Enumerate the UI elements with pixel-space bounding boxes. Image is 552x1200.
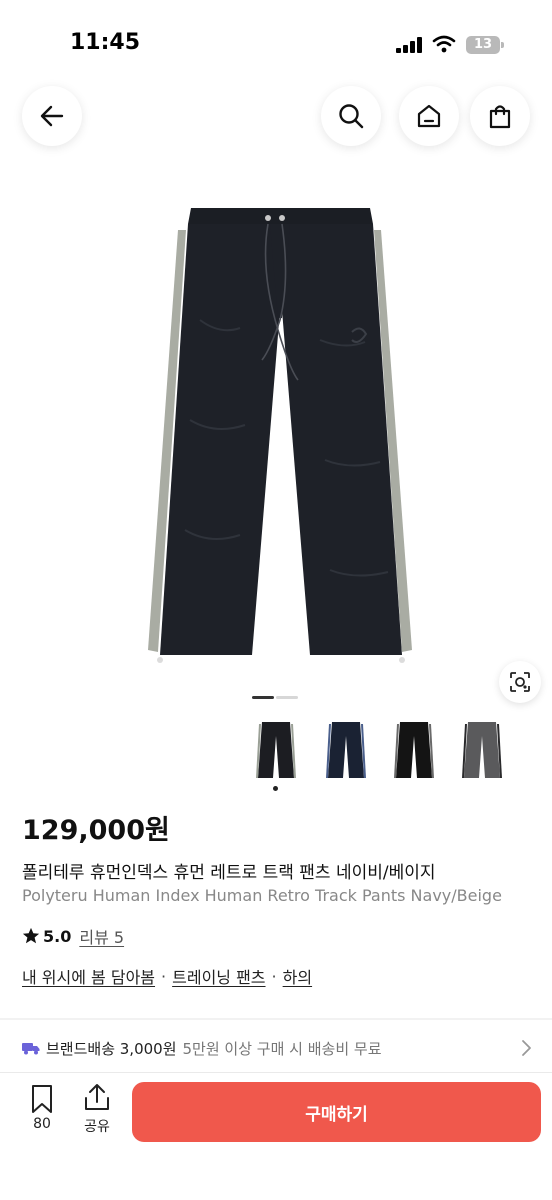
bookmark-count: 80 (33, 1116, 51, 1132)
wifi-icon (432, 35, 456, 53)
star-icon (22, 927, 40, 944)
category-link-wishlist[interactable]: 내 위시에 봄 담아봄 (22, 964, 155, 988)
product-title-korean: 폴리테루 휴먼인덱스 휴먼 레트로 트랙 팬츠 네이비/베이지 (22, 863, 436, 883)
lens-icon (510, 672, 530, 692)
search-button[interactable] (321, 86, 381, 146)
carousel-indicator-inactive (276, 696, 298, 699)
battery-icon: 13 (466, 36, 504, 54)
product-title-english: Polyteru Human Index Human Retro Track P… (22, 886, 502, 905)
bookmark-icon (32, 1085, 52, 1113)
share-icon (85, 1084, 109, 1110)
category-breadcrumb: 내 위시에 봄 담아봄 · 트레이닝 팬츠 · 하의 (22, 964, 312, 988)
battery-level: 13 (473, 37, 493, 52)
home-icon (417, 104, 441, 128)
status-bar: 11:45 13 (0, 0, 552, 84)
shipping-fee: 브랜드배송 3,000원 (46, 1039, 177, 1058)
review-link[interactable]: 리뷰 5 (79, 924, 124, 948)
rating-value: 5.0 (43, 926, 72, 946)
category-link-bottoms[interactable]: 하의 (283, 964, 312, 988)
product-image[interactable] (130, 200, 422, 675)
category-separator: · (271, 966, 277, 986)
product-price: 129,000원 (22, 815, 170, 846)
rating-row: 5.0 리뷰 5 (22, 924, 124, 948)
share-button[interactable]: 공유 (77, 1082, 117, 1136)
free-shipping-condition: 5만원 이상 구매 시 배송비 무료 (182, 1039, 382, 1058)
carousel-indicator-active (252, 696, 274, 699)
category-separator: · (161, 966, 167, 986)
home-button[interactable] (399, 86, 459, 146)
option-thumbnail[interactable] (384, 716, 444, 782)
bookmark-button[interactable]: 80 (22, 1084, 62, 1136)
option-thumbnail[interactable] (316, 716, 376, 782)
truck-icon (22, 1043, 40, 1055)
selected-option-dot (273, 786, 278, 791)
chevron-right-icon (522, 1040, 531, 1056)
section-divider (0, 1018, 552, 1020)
back-arrow-icon (40, 105, 64, 127)
shopping-bag-icon (489, 105, 511, 129)
status-time: 11:45 (70, 30, 141, 55)
image-search-button[interactable] (499, 661, 541, 703)
cellular-signal-icon (396, 37, 422, 53)
option-thumbnail[interactable] (452, 716, 512, 782)
shopping-bag-button[interactable] (470, 86, 530, 146)
bottom-bar-divider (0, 1072, 552, 1073)
carousel-indicator (252, 696, 300, 700)
buy-button[interactable]: 구매하기 (132, 1082, 541, 1142)
shipping-info-row[interactable]: 브랜드배송 3,000원 5만원 이상 구매 시 배송비 무료 (22, 1035, 532, 1061)
option-thumbnail[interactable] (246, 716, 306, 782)
back-button[interactable] (22, 86, 82, 146)
search-icon (339, 104, 364, 129)
category-link-training-pants[interactable]: 트레이닝 팬츠 (172, 964, 265, 988)
share-label: 공유 (84, 1119, 110, 1135)
